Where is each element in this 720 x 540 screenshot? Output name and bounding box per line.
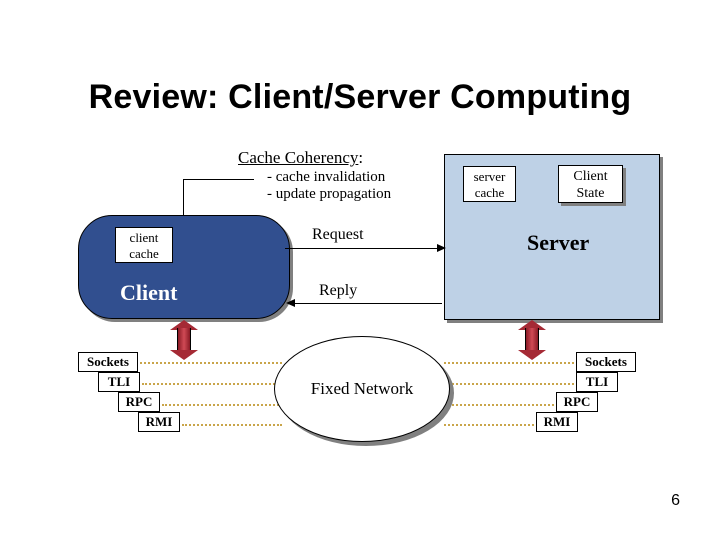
coherency-connector-vertical <box>183 179 184 217</box>
dotted-connector <box>182 424 282 426</box>
arrow-shaft <box>525 328 539 352</box>
client-state-l1: Client <box>573 169 607 184</box>
reply-arrow-line <box>293 303 442 304</box>
stack-tli: TLI <box>98 372 140 392</box>
client-state-box: Client State <box>558 165 623 203</box>
stack-rmi: RMI <box>138 412 180 432</box>
request-label: Request <box>312 226 364 244</box>
slide-title: Review: Client/Server Computing <box>0 78 720 117</box>
client-state-l2: State <box>577 186 605 201</box>
protocol-stack-right: Sockets TLI RPC RMI <box>522 352 636 432</box>
client-label: Client <box>120 280 177 306</box>
network-label: Fixed Network <box>311 379 413 399</box>
stack-sockets: Sockets <box>576 352 636 372</box>
client-cache-l2: cache <box>129 246 159 261</box>
stack-sockets: Sockets <box>78 352 138 372</box>
coherency-heading: Cache Coherency: <box>238 148 363 168</box>
coherency-connector-horizontal <box>183 179 254 180</box>
client-box <box>78 215 290 319</box>
dotted-connector <box>444 424 534 426</box>
coherency-heading-colon: : <box>358 148 363 167</box>
coherency-line-1: - cache invalidation <box>267 169 385 186</box>
network-ellipse: Fixed Network <box>274 336 450 442</box>
coherency-heading-text: Cache Coherency <box>238 148 358 167</box>
stack-rpc: RPC <box>556 392 598 412</box>
stack-tli: TLI <box>576 372 618 392</box>
server-label: Server <box>527 230 589 256</box>
protocol-stack-left: Sockets TLI RPC RMI <box>78 352 180 432</box>
reply-label: Reply <box>319 282 357 300</box>
request-arrow-head <box>437 244 446 252</box>
stack-rmi: RMI <box>536 412 578 432</box>
server-cache-box: server cache <box>463 166 516 202</box>
stack-rpc: RPC <box>118 392 160 412</box>
arrow-shaft <box>177 328 191 352</box>
client-cache-box: client cache <box>115 227 173 263</box>
request-arrow-line <box>285 248 440 249</box>
client-cache-l1: client <box>130 230 159 245</box>
coherency-line-2: - update propagation <box>267 186 391 203</box>
server-cache-l2: cache <box>475 185 505 200</box>
reply-arrow-head <box>286 299 295 307</box>
server-cache-l1: server <box>474 169 506 184</box>
page-number: 6 <box>671 492 680 510</box>
dotted-connector <box>162 404 282 406</box>
